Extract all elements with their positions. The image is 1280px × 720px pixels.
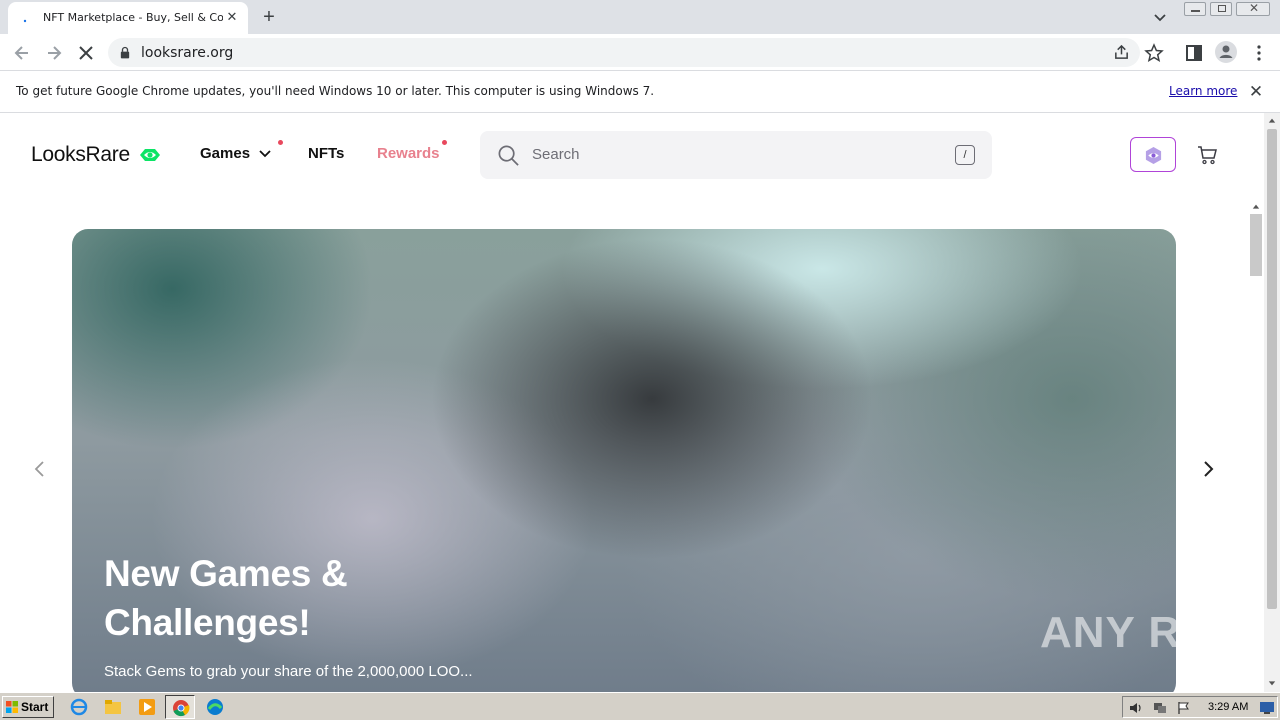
start-button[interactable]: Start xyxy=(2,696,54,718)
scroll-up-arrow-icon[interactable] xyxy=(1252,203,1260,211)
minimize-button[interactable] xyxy=(1184,2,1206,16)
carousel-prev-icon[interactable] xyxy=(30,459,50,479)
action-center-flag-icon[interactable] xyxy=(1177,701,1191,715)
more-menu-icon[interactable] xyxy=(1249,43,1269,63)
games-notification-dot xyxy=(278,140,283,145)
hero-title: New Games & Challenges! xyxy=(104,549,424,647)
forward-icon[interactable] xyxy=(44,43,64,63)
volume-icon[interactable] xyxy=(1129,701,1143,715)
stop-loading-icon[interactable] xyxy=(76,43,96,63)
web-page: LooksRare Games NFTs Rewards Search / Ne… xyxy=(0,113,1264,692)
restore-button[interactable] xyxy=(1210,2,1232,16)
hero-title-line1: New Games & xyxy=(104,553,348,594)
windows-logo-icon xyxy=(6,701,18,713)
infobar-message: To get future Google Chrome updates, you… xyxy=(16,84,655,98)
hero-subtitle: Stack Gems to grab your share of the 2,0… xyxy=(104,663,473,680)
tab-strip: NFT Marketplace - Buy, Sell & Collect ✕ … xyxy=(0,0,1280,34)
scroll-up-arrow-icon[interactable] xyxy=(1268,117,1276,125)
page-scrollbar[interactable] xyxy=(1264,113,1280,692)
lock-icon[interactable] xyxy=(120,46,130,59)
taskbar-clock: 3:29 AM xyxy=(1208,701,1249,713)
nav-nfts[interactable]: NFTs xyxy=(308,145,344,162)
url-text[interactable]: looksrare.org xyxy=(141,45,233,61)
network-icon[interactable] xyxy=(1153,701,1167,715)
nav-rewards[interactable]: Rewards xyxy=(377,145,440,162)
loading-spinner-icon xyxy=(23,19,27,23)
wallet-button[interactable] xyxy=(1130,137,1176,172)
edge-icon[interactable] xyxy=(206,698,224,716)
search-icon xyxy=(498,145,519,166)
close-window-button[interactable]: ✕ xyxy=(1236,1,1270,16)
hero-title-line2: Challenges! xyxy=(104,602,311,643)
update-infobar: To get future Google Chrome updates, you… xyxy=(0,71,1280,113)
browser-toolbar: looksrare.org xyxy=(0,34,1280,71)
search-input[interactable]: Search / xyxy=(480,131,992,179)
inner-scroll-thumb[interactable] xyxy=(1250,214,1262,276)
logo-eye-icon[interactable] xyxy=(139,146,161,164)
rewards-notification-dot xyxy=(442,140,447,145)
site-logo[interactable]: LooksRare xyxy=(31,143,130,167)
browser-tab[interactable]: NFT Marketplace - Buy, Sell & Collect ✕ xyxy=(8,2,248,34)
profile-avatar-icon[interactable] xyxy=(1215,41,1237,63)
scroll-thumb[interactable] xyxy=(1267,129,1277,609)
search-placeholder: Search xyxy=(532,146,580,163)
chrome-taskbar-button[interactable] xyxy=(165,695,195,719)
internet-explorer-icon[interactable] xyxy=(70,698,88,716)
watermark: ANY RUN xyxy=(1040,608,1247,657)
start-label: Start xyxy=(21,700,49,714)
tab-close-icon[interactable]: ✕ xyxy=(224,9,240,25)
file-explorer-icon[interactable] xyxy=(104,698,122,716)
bookmark-star-icon[interactable] xyxy=(1144,43,1164,63)
back-icon[interactable] xyxy=(12,43,32,63)
learn-more-link[interactable]: Learn more xyxy=(1169,84,1237,98)
system-tray xyxy=(1122,696,1278,718)
windows-taskbar: Start 3:29 AM xyxy=(0,692,1280,720)
share-icon[interactable] xyxy=(1113,44,1130,61)
cart-icon[interactable] xyxy=(1196,144,1218,166)
tab-search-chevron-icon[interactable] xyxy=(1152,9,1168,25)
inner-scrollbar[interactable] xyxy=(1248,200,1264,692)
scroll-down-arrow-icon[interactable] xyxy=(1268,679,1276,687)
eye-hexagon-icon xyxy=(1145,146,1162,165)
nav-games[interactable]: Games xyxy=(200,145,250,162)
side-panel-icon[interactable] xyxy=(1184,43,1204,63)
address-bar[interactable]: looksrare.org xyxy=(108,38,1140,67)
media-player-icon[interactable] xyxy=(138,698,156,716)
chevron-down-icon[interactable] xyxy=(258,147,272,161)
infobar-close-icon[interactable]: ✕ xyxy=(1246,82,1266,102)
tab-title: NFT Marketplace - Buy, Sell & Collect xyxy=(43,11,223,24)
new-tab-icon[interactable]: + xyxy=(258,6,280,28)
carousel-next-icon[interactable] xyxy=(1198,459,1218,479)
search-shortcut-key: / xyxy=(955,145,975,165)
show-desktop-icon[interactable] xyxy=(1259,701,1275,715)
hero-banner[interactable]: New Games & Challenges! Stack Gems to gr… xyxy=(72,229,1176,692)
chrome-icon xyxy=(173,700,190,717)
